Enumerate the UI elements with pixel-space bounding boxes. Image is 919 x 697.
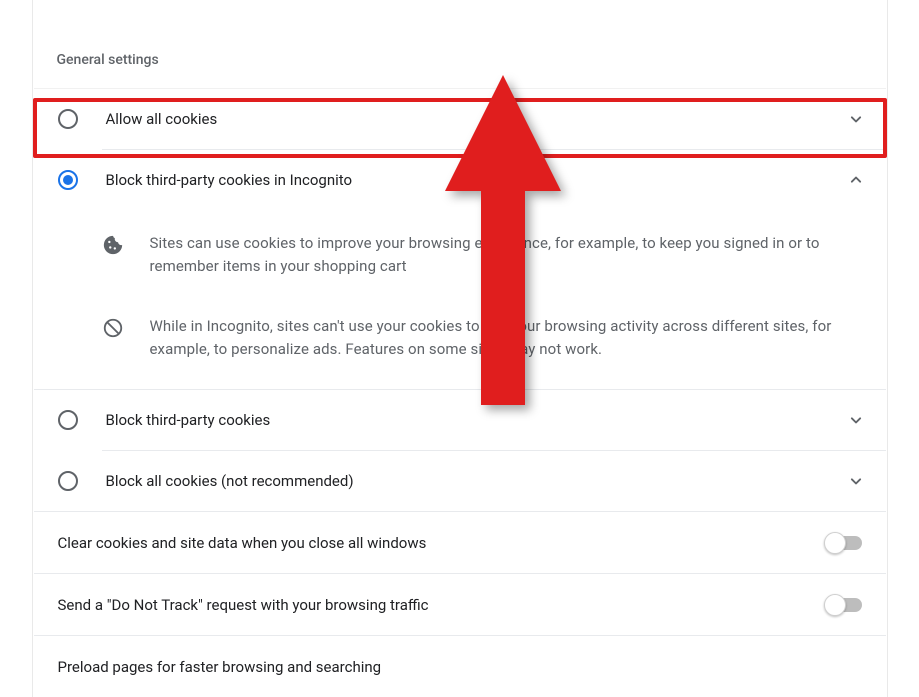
block-icon [102, 317, 126, 341]
toggle-switch[interactable] [826, 536, 862, 550]
chevron-up-icon[interactable] [844, 168, 868, 192]
toggle-label: Clear cookies and site data when you clo… [58, 534, 427, 552]
radio-icon[interactable] [58, 410, 78, 430]
option-label: Block all cookies (not recommended) [106, 472, 354, 490]
option-block-all[interactable]: Block all cookies (not recommended) [34, 451, 886, 511]
toggle-switch[interactable] [826, 598, 862, 612]
chevron-down-icon[interactable] [844, 408, 868, 432]
radio-icon[interactable] [58, 170, 78, 190]
chevron-down-icon[interactable] [844, 469, 868, 493]
toggle-do-not-track[interactable]: Send a "Do Not Track" request with your … [34, 573, 886, 635]
cookie-icon [102, 234, 126, 258]
toggle-clear-on-close[interactable]: Clear cookies and site data when you clo… [34, 511, 886, 573]
toggle-label: Send a "Do Not Track" request with your … [58, 596, 429, 614]
toggle-label: Preload pages for faster browsing and se… [58, 658, 382, 676]
option-label: Block third-party cookies [106, 411, 271, 429]
option-label: Allow all cookies [106, 110, 218, 128]
chevron-down-icon[interactable] [844, 107, 868, 131]
option-label: Block third-party cookies in Incognito [106, 171, 353, 189]
toggle-preload[interactable]: Preload pages for faster browsing and se… [34, 635, 886, 697]
radio-icon[interactable] [58, 471, 78, 491]
annotation-arrow [445, 75, 561, 405]
radio-icon[interactable] [58, 109, 78, 129]
